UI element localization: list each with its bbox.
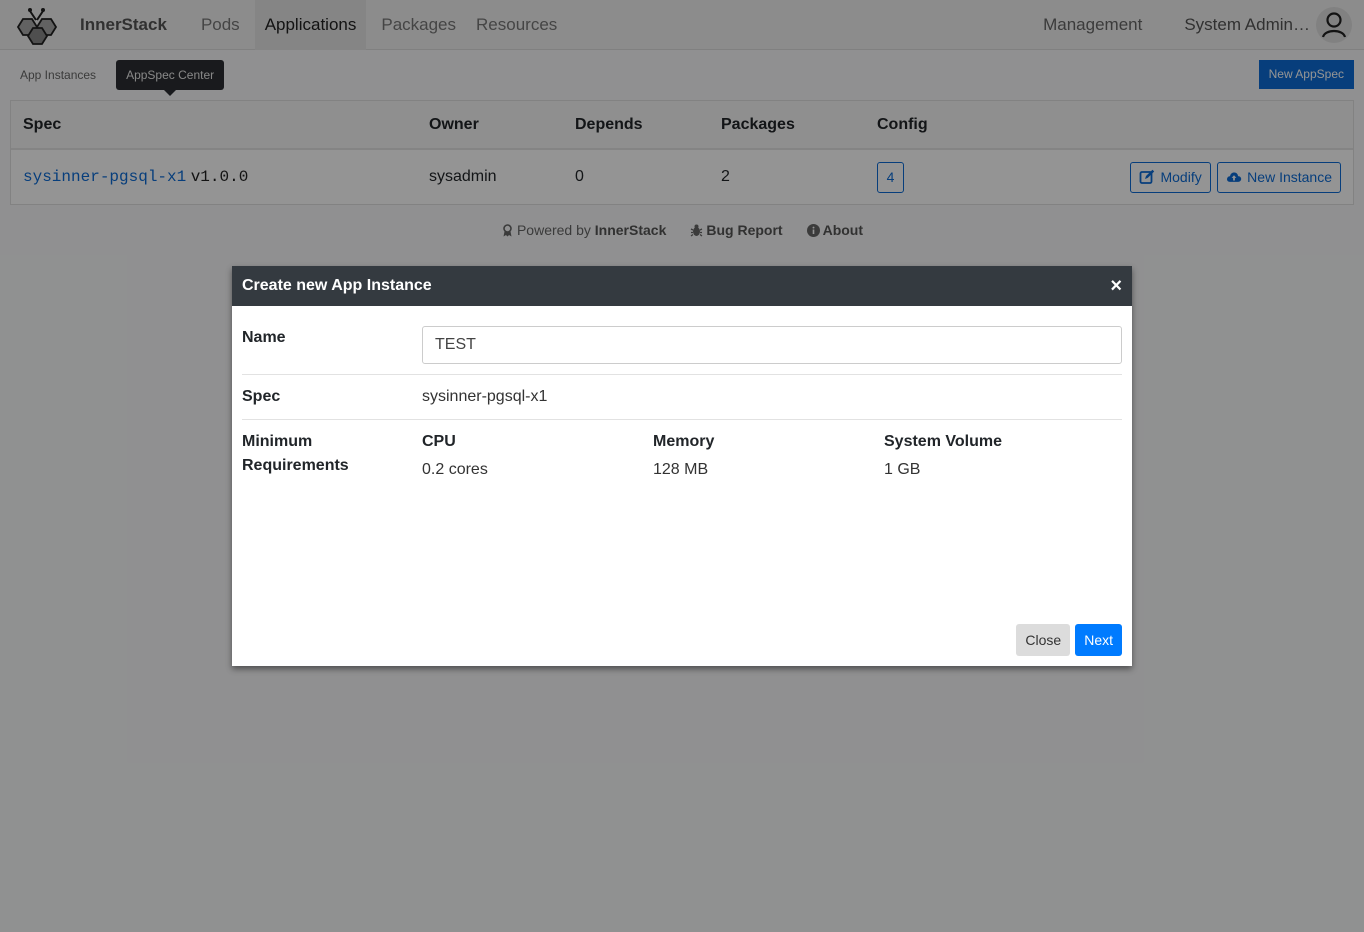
modal-body: Name Spec sysinner-pgsql-x1 Minimum Requ…	[232, 306, 1132, 486]
modal-title: Create new App Instance	[242, 277, 432, 294]
create-instance-modal: Create new App Instance × Name Spec sysi…	[232, 266, 1132, 666]
name-label: Name	[242, 329, 286, 346]
req-memory-value: 128 MB	[653, 461, 709, 478]
req-volume-value: 1 GB	[884, 461, 921, 478]
req-volume: System Volume 1 GB	[884, 430, 1115, 486]
name-row: Name	[242, 306, 1122, 375]
modal-header: Create new App Instance ×	[232, 266, 1132, 306]
requirements-row: Minimum Requirements CPU 0.2 cores Memor…	[242, 420, 1122, 486]
close-button[interactable]: Close	[1016, 624, 1071, 656]
spec-row: Spec sysinner-pgsql-x1	[242, 375, 1122, 420]
close-icon[interactable]: ×	[1110, 275, 1122, 298]
spec-label: Spec	[242, 388, 281, 405]
spec-value: sysinner-pgsql-x1	[422, 388, 548, 405]
next-button[interactable]: Next	[1075, 624, 1122, 656]
req-cpu-value: 0.2 cores	[422, 461, 488, 478]
req-memory: Memory 128 MB	[653, 430, 884, 486]
req-cpu-label: CPU	[422, 433, 456, 450]
req-memory-label: Memory	[653, 433, 715, 450]
modal-footer: Close Next	[1016, 624, 1122, 656]
name-input[interactable]	[422, 326, 1122, 364]
requirements-label: Minimum Requirements	[242, 433, 349, 474]
req-volume-label: System Volume	[884, 433, 1002, 450]
req-cpu: CPU 0.2 cores	[422, 430, 653, 486]
